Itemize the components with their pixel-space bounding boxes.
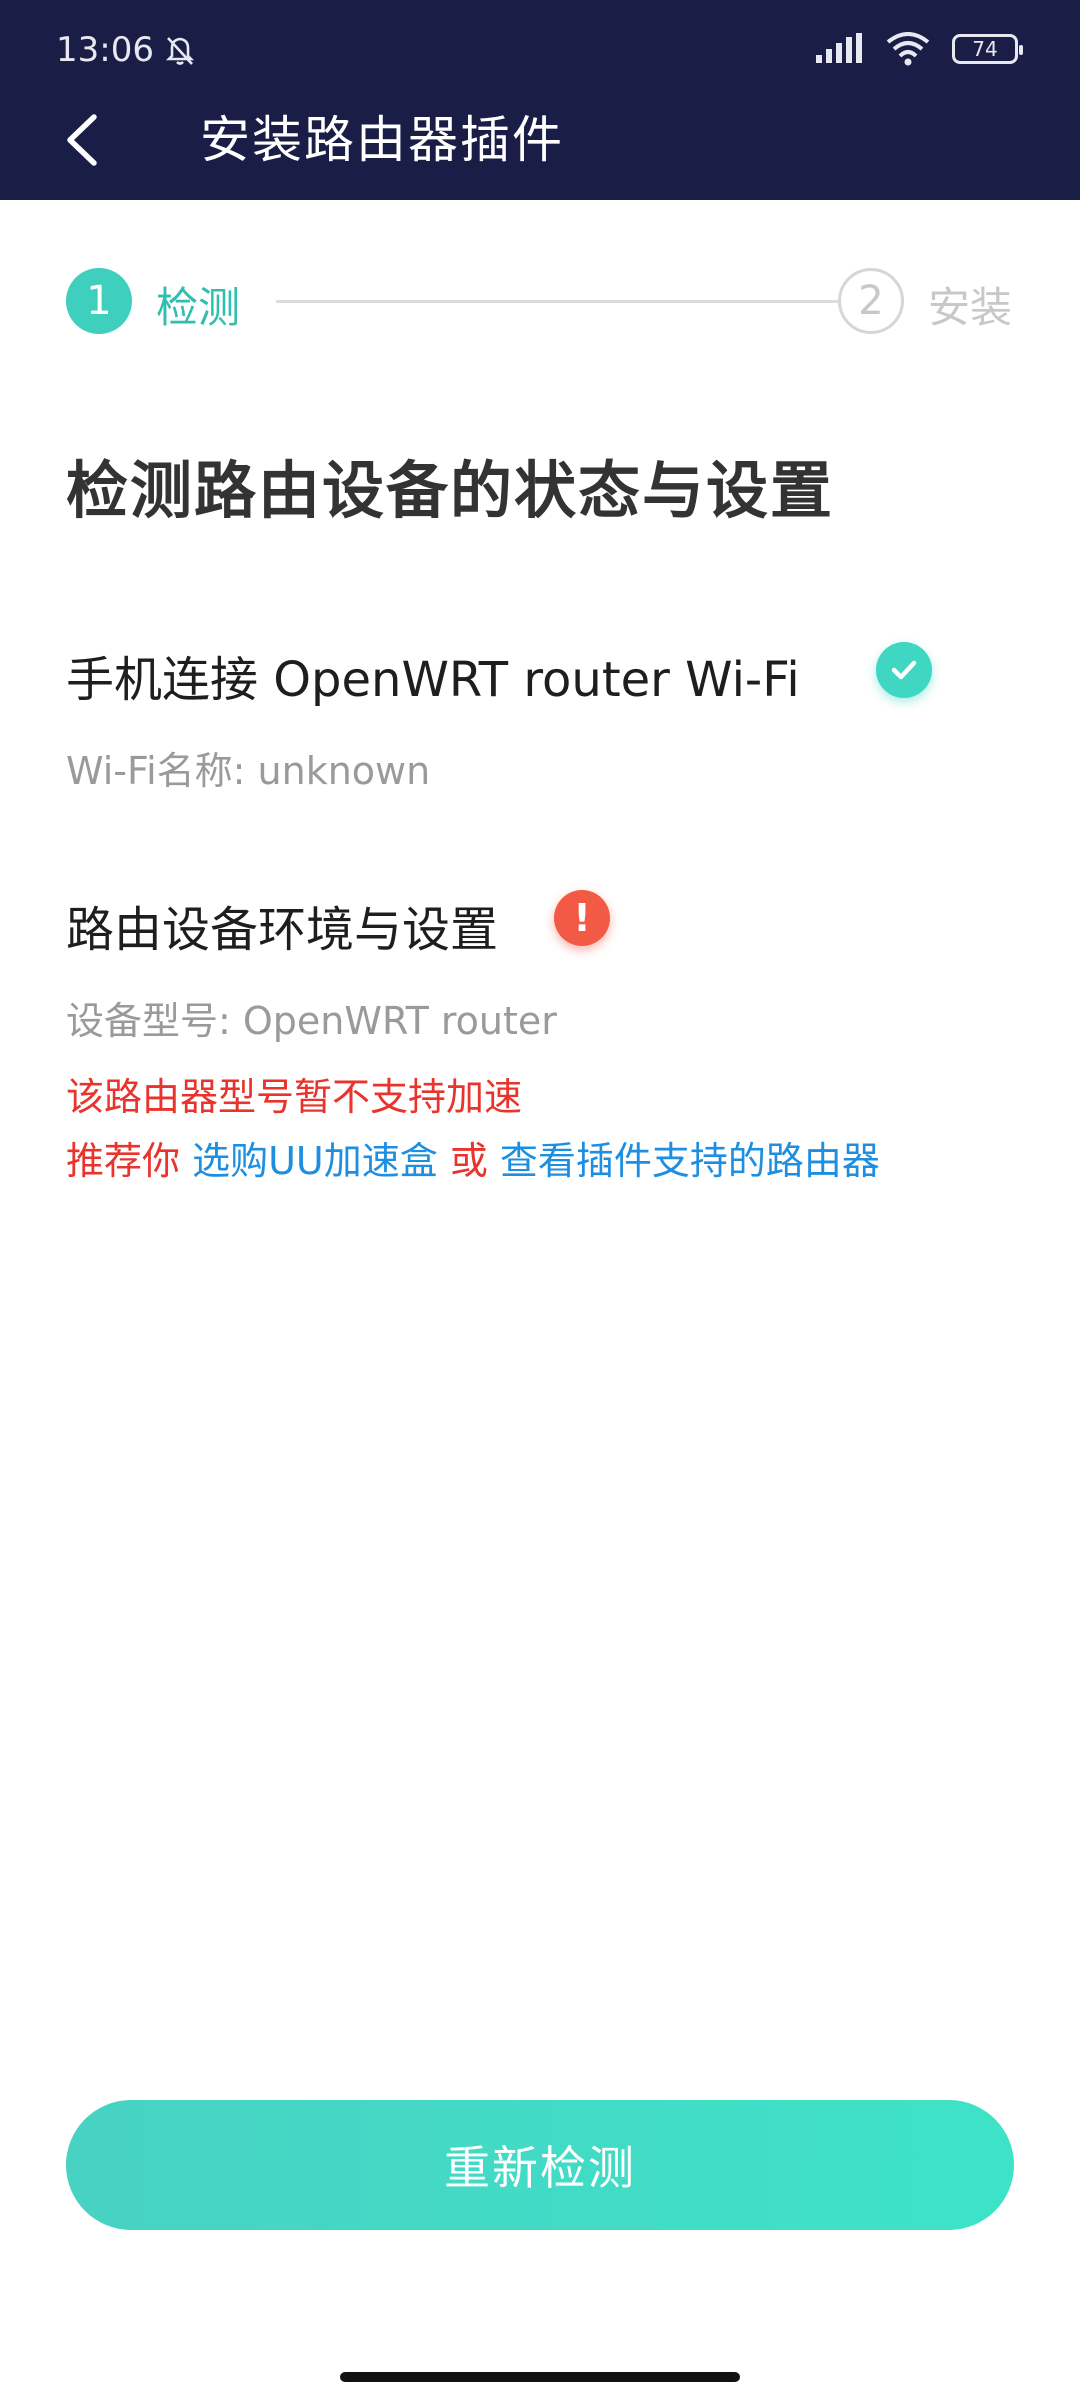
wifi-icon — [886, 32, 930, 66]
success-check-icon — [876, 642, 932, 698]
wifi-name-text: Wi-Fi名称: unknown — [66, 749, 431, 793]
battery-icon: 74 — [952, 34, 1023, 64]
step-progress: 1 检测 2 安装 — [66, 268, 1016, 334]
wifi-check-title: 手机连接 OpenWRT router Wi-Fi — [66, 652, 800, 708]
back-arrow-icon — [67, 114, 97, 166]
battery-level: 74 — [972, 37, 998, 61]
mute-notification-icon — [165, 37, 195, 65]
signal-icon — [816, 33, 862, 63]
retry-detect-button[interactable]: 重新检测 — [66, 2100, 1014, 2230]
buy-uu-box-link[interactable]: 选购UU加速盒 — [192, 1139, 438, 1183]
status-icons: 74 — [814, 32, 1023, 66]
step-connector-line — [276, 300, 870, 303]
home-indicator[interactable] — [340, 2372, 740, 2382]
recommend-prefix: 推荐你 — [66, 1139, 193, 1183]
unsupported-warning: 该路由器型号暂不支持加速 — [66, 1075, 523, 1119]
app-header: 13:06 74 安装路由器插件 — [0, 0, 1080, 200]
section-title: 检测路由设备的状态与设置 — [66, 454, 835, 527]
status-time-text: 13:06 — [56, 30, 154, 70]
supported-routers-link[interactable]: 查看插件支持的路由器 — [500, 1139, 880, 1183]
device-model-text: 设备型号: OpenWRT router — [66, 999, 557, 1043]
or-text: 或 — [437, 1139, 500, 1183]
recommendation-line: 推荐你 选购UU加速盒 或 查看插件支持的路由器 — [66, 1130, 880, 1185]
step-1-label: 检测 — [156, 283, 241, 332]
step-2-label: 安装 — [928, 283, 1013, 332]
status-bar: 13:06 74 — [0, 0, 1080, 100]
checkmark-icon — [891, 660, 917, 680]
error-exclamation-icon: ! — [554, 890, 610, 946]
status-time: 13:06 — [56, 30, 200, 70]
router-env-title: 路由设备环境与设置 — [66, 902, 499, 958]
step-2-circle: 2 — [838, 268, 904, 334]
page-title: 安装路由器插件 — [200, 111, 564, 169]
back-button[interactable] — [52, 108, 112, 172]
step-1-circle: 1 — [66, 268, 132, 334]
